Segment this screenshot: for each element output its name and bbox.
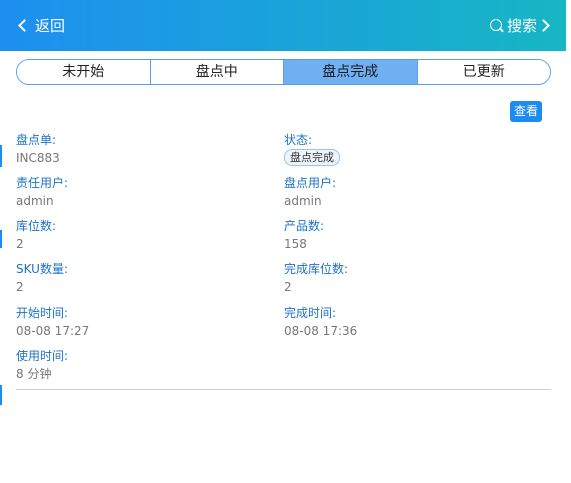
back-button[interactable]: 返回 [16,15,65,36]
tab-updated[interactable]: 已更新 [417,60,550,84]
chevron-right-icon [537,19,550,32]
order-field: 盘点单: INC883 [16,132,60,166]
locations-value: 2 [16,237,24,251]
tab-not-started[interactable]: 未开始 [17,60,151,84]
duration-value: 8 分钟 [16,367,52,381]
status-field: 状态: 盘点完成 [284,132,340,166]
search-label: 搜索 [506,17,537,35]
divider [16,389,551,390]
finish-time-label: 完成时间: [284,306,337,320]
back-label: 返回 [35,17,66,35]
start-time-value: 08-08 17:27 [16,324,90,338]
order-label: 盘点单: [16,133,57,147]
products-label: 产品数: [284,219,325,233]
products-value: 158 [284,237,307,251]
chevron-left-icon [18,19,31,32]
tab-completed[interactable]: 盘点完成 [284,60,418,84]
done-locations-label: 完成库位数: [284,262,349,276]
counter-field: 盘点用户: admin [284,175,336,209]
status-tabs: 未开始 盘点中 盘点完成 已更新 [16,59,551,85]
order-value: INC883 [16,151,60,165]
done-locations-field: 完成库位数: 2 [284,261,348,295]
view-button[interactable]: 查看 [510,101,542,122]
owner-label: 责任用户: [16,176,69,190]
sku-label: SKU数量: [16,262,68,276]
finish-time-value: 08-08 17:36 [284,324,358,338]
sku-value: 2 [16,280,24,294]
duration-field: 使用时间: 8 分钟 [16,348,68,382]
start-time-label: 开始时间: [16,306,69,320]
tab-in-progress[interactable]: 盘点中 [150,60,284,84]
search-icon [489,18,504,33]
finish-time-field: 完成时间: 08-08 17:36 [284,305,357,339]
counter-value: admin [284,194,322,208]
counter-label: 盘点用户: [284,176,337,190]
locations-field: 库位数: 2 [16,218,56,252]
owner-field: 责任用户: admin [16,175,68,209]
products-field: 产品数: 158 [284,218,324,252]
top-app-bar: 返回 搜索 [0,0,566,51]
owner-value: admin [16,194,54,208]
sku-field: SKU数量: 2 [16,261,68,295]
start-time-field: 开始时间: 08-08 17:27 [16,305,89,339]
locations-label: 库位数: [16,219,57,233]
status-badge: 盘点完成 [284,149,340,166]
status-label: 状态: [284,133,313,147]
search-button[interactable]: 搜索 [489,15,550,36]
done-locations-value: 2 [284,280,292,294]
duration-label: 使用时间: [16,349,69,363]
